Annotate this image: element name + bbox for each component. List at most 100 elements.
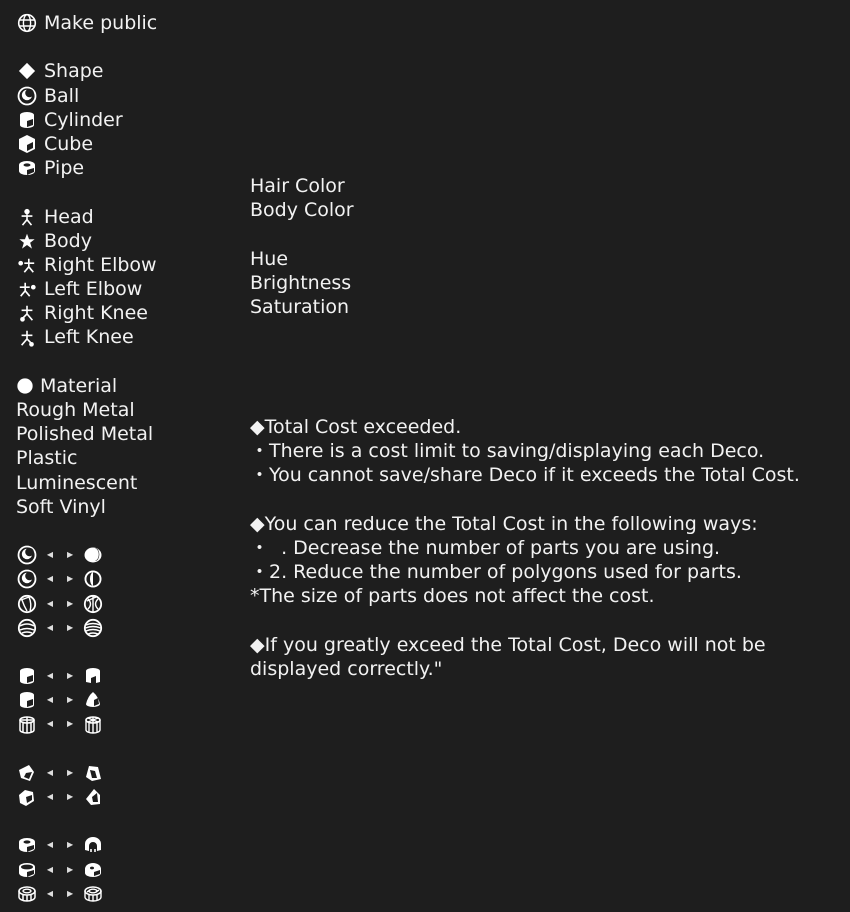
swap-arrows-icon: ◀ ▶ — [46, 622, 74, 632]
swap-arrows-icon: ◀ ▶ — [46, 598, 74, 608]
left-knee-figure-icon — [16, 327, 38, 349]
color-panel: Hair Color Body Color Hue Brightness Sat… — [250, 174, 830, 319]
shape-item-pipe[interactable]: Pipe — [16, 156, 236, 180]
pipe-variant-icon — [16, 859, 38, 881]
notice-heading-warning: ◆If you greatly exceed the Total Cost, D… — [250, 633, 766, 656]
swap-arrows-icon: ◀ ▶ — [46, 792, 74, 801]
pipe-variant-alt-icon — [82, 883, 104, 905]
pipe-variant-icon — [16, 883, 38, 905]
cylinder-variant-icon — [16, 665, 38, 687]
pipe-swap-row[interactable]: ◀ ▶ — [16, 882, 236, 906]
ball-swap-row[interactable]: ◀ ▶ — [16, 543, 236, 567]
total-cost-notice: ◆Total Cost exceeded. ・There is a cost l… — [250, 415, 840, 681]
pipe-swap-row[interactable]: ◀ ▶ — [16, 833, 236, 857]
cube-variants: ◀ ▶ ◀ ▶ — [16, 761, 236, 809]
swap-arrows-icon: ◀ ▶ — [46, 864, 74, 874]
ball-variant-icon — [16, 617, 38, 639]
notice-line: ・You cannot save/share Deco if it exceed… — [250, 464, 800, 487]
body-part-right-knee[interactable]: Right Knee — [16, 301, 236, 325]
body-part-body[interactable]: Body — [16, 229, 236, 253]
cube-variant-icon — [16, 786, 38, 808]
swap-arrows-icon: ◀ ▶ — [46, 719, 74, 729]
pipe-swap-row[interactable]: ◀ ▶ — [16, 858, 236, 882]
cylinder-swap-row[interactable]: ◀ ▶ — [16, 688, 236, 712]
hair-color-option[interactable]: Hair Color — [250, 174, 830, 198]
dot-bullet-icon: ・ — [250, 561, 270, 584]
ball-variant-alt-icon — [82, 593, 104, 615]
notice-line: ・There is a cost limit to saving/display… — [250, 440, 765, 463]
shape-header: Shape — [16, 59, 236, 83]
make-public-button[interactable]: Make public — [16, 11, 236, 35]
ball-variant-icon — [16, 593, 38, 615]
notice-heading-exceeded: ◆Total Cost exceeded. — [250, 416, 462, 438]
make-public-label: Make public — [44, 12, 158, 34]
material-item[interactable]: Plastic — [16, 446, 236, 470]
cube-variant-alt-icon — [82, 762, 104, 784]
ball-icon — [16, 85, 38, 107]
left-elbow-figure-icon — [16, 278, 38, 300]
swap-arrows-icon: ◀ ▶ — [46, 671, 74, 681]
ball-swap-row[interactable]: ◀ ▶ — [16, 592, 236, 616]
left-panel: Make public Shape Ball Cylinder Cube Pip… — [16, 11, 236, 906]
ball-variants: ◀ ▶ ◀ ▶ ◀ ▶ ◀ ▶ — [16, 543, 236, 640]
pipe-variants: ◀ ▶ ◀ ▶ ◀ ▶ — [16, 833, 236, 906]
diamond-bullet-icon: ◆ — [250, 512, 265, 535]
notice-line: ・ . Decrease the number of parts you are… — [250, 536, 721, 559]
cube-variant-icon — [16, 762, 38, 784]
body-part-left-elbow[interactable]: Left Elbow — [16, 277, 236, 301]
dot-bullet-icon: ・ — [250, 536, 270, 559]
hue-option[interactable]: Hue — [250, 247, 830, 271]
notice-heading-reduce: ◆You can reduce the Total Cost in the fo… — [250, 512, 758, 535]
cylinder-variant-icon — [16, 689, 38, 711]
right-elbow-figure-icon — [16, 254, 38, 276]
body-color-option[interactable]: Body Color — [250, 198, 830, 222]
material-item[interactable]: Soft Vinyl — [16, 495, 236, 519]
ball-swap-row[interactable]: ◀ ▶ — [16, 616, 236, 640]
body-part-right-elbow[interactable]: Right Elbow — [16, 253, 236, 277]
pipe-variant-icon — [16, 834, 38, 856]
diamond-icon — [16, 60, 38, 82]
material-item[interactable]: Rough Metal — [16, 398, 236, 422]
shape-item-cube[interactable]: Cube — [16, 132, 236, 156]
material-item[interactable]: Polished Metal — [16, 422, 236, 446]
swap-arrows-icon: ◀ ▶ — [46, 550, 74, 560]
cube-swap-row[interactable]: ◀ ▶ — [16, 785, 236, 809]
cube-icon — [16, 133, 38, 155]
body-part-head[interactable]: Head — [16, 205, 236, 229]
ball-swap-row[interactable]: ◀ ▶ — [16, 567, 236, 591]
diamond-bullet-icon: ◆ — [250, 633, 265, 656]
cylinder-swap-row[interactable]: ◀ ▶ — [16, 664, 236, 688]
cube-swap-row[interactable]: ◀ ▶ — [16, 761, 236, 785]
diamond-bullet-icon: ◆ — [250, 416, 265, 438]
dot-bullet-icon: ・ — [250, 464, 270, 487]
dot-bullet-icon: ・ — [250, 440, 270, 463]
cylinder-variant-alt-icon — [82, 714, 104, 736]
cylinder-variants: ◀ ▶ ◀ ▶ ◀ ▶ — [16, 664, 236, 737]
swap-arrows-icon: ◀ ▶ — [46, 888, 74, 898]
cylinder-swap-row[interactable]: ◀ ▶ — [16, 712, 236, 736]
pipe-variant-alt-icon — [82, 834, 104, 856]
saturation-option[interactable]: Saturation — [250, 295, 830, 319]
body-part-left-knee[interactable]: Left Knee — [16, 325, 236, 349]
ball-variant-icon — [16, 568, 38, 590]
ball-variant-alt-icon — [82, 568, 104, 590]
body-figure-icon — [16, 230, 38, 252]
swap-arrows-icon: ◀ ▶ — [46, 574, 74, 584]
swap-arrows-icon: ◀ ▶ — [46, 695, 74, 705]
notice-line: ・2. Reduce the number of polygons used f… — [250, 561, 742, 584]
filled-circle-icon — [16, 375, 34, 397]
cylinder-variant-alt-icon — [82, 665, 104, 687]
pipe-variant-alt-icon — [82, 859, 104, 881]
brightness-option[interactable]: Brightness — [250, 271, 830, 295]
cylinder-variant-icon — [16, 714, 38, 736]
material-item[interactable]: Luminescent — [16, 471, 236, 495]
shape-item-ball[interactable]: Ball — [16, 84, 236, 108]
ball-variant-alt-icon — [82, 617, 104, 639]
shape-item-cylinder[interactable]: Cylinder — [16, 108, 236, 132]
notice-note: *The size of parts does not affect the c… — [250, 585, 655, 608]
pipe-icon — [16, 157, 38, 179]
globe-icon — [16, 12, 38, 34]
notice-warning-continued: displayed correctly." — [250, 657, 443, 680]
cylinder-variant-alt-icon — [82, 689, 104, 711]
ball-variant-icon — [16, 544, 38, 566]
